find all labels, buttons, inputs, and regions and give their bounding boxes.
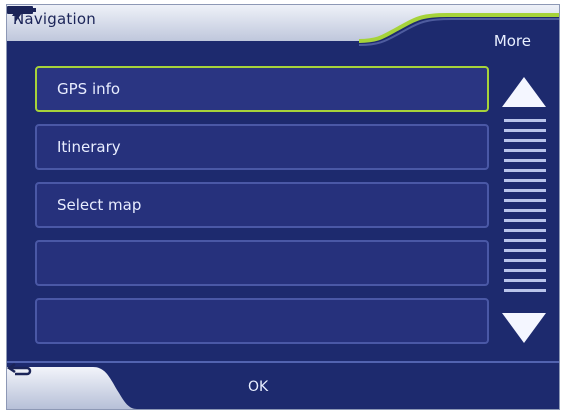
scroll-track[interactable] — [504, 115, 546, 301]
menu-list: GPS info Itinerary Select map — [35, 66, 495, 350]
list-item-select-map[interactable]: Select map — [35, 182, 489, 228]
screen: Navigation More GPS info Itinerary Selec… — [6, 4, 560, 410]
arrow-down-icon[interactable] — [500, 311, 548, 345]
back-arrow-icon — [7, 362, 32, 376]
ok-button[interactable]: OK — [248, 379, 268, 395]
header: Navigation More — [7, 5, 559, 57]
list-item-itinerary[interactable]: Itinerary — [35, 124, 489, 170]
battery-icon — [7, 6, 36, 14]
bottom-bar: OK — [7, 361, 559, 409]
list-item-gps-info[interactable]: GPS info — [35, 66, 489, 112]
arrow-up-icon[interactable] — [500, 75, 548, 109]
list-item-empty-2[interactable] — [35, 298, 489, 344]
more-button[interactable]: More — [494, 32, 531, 50]
list-item-empty-1[interactable] — [35, 240, 489, 286]
